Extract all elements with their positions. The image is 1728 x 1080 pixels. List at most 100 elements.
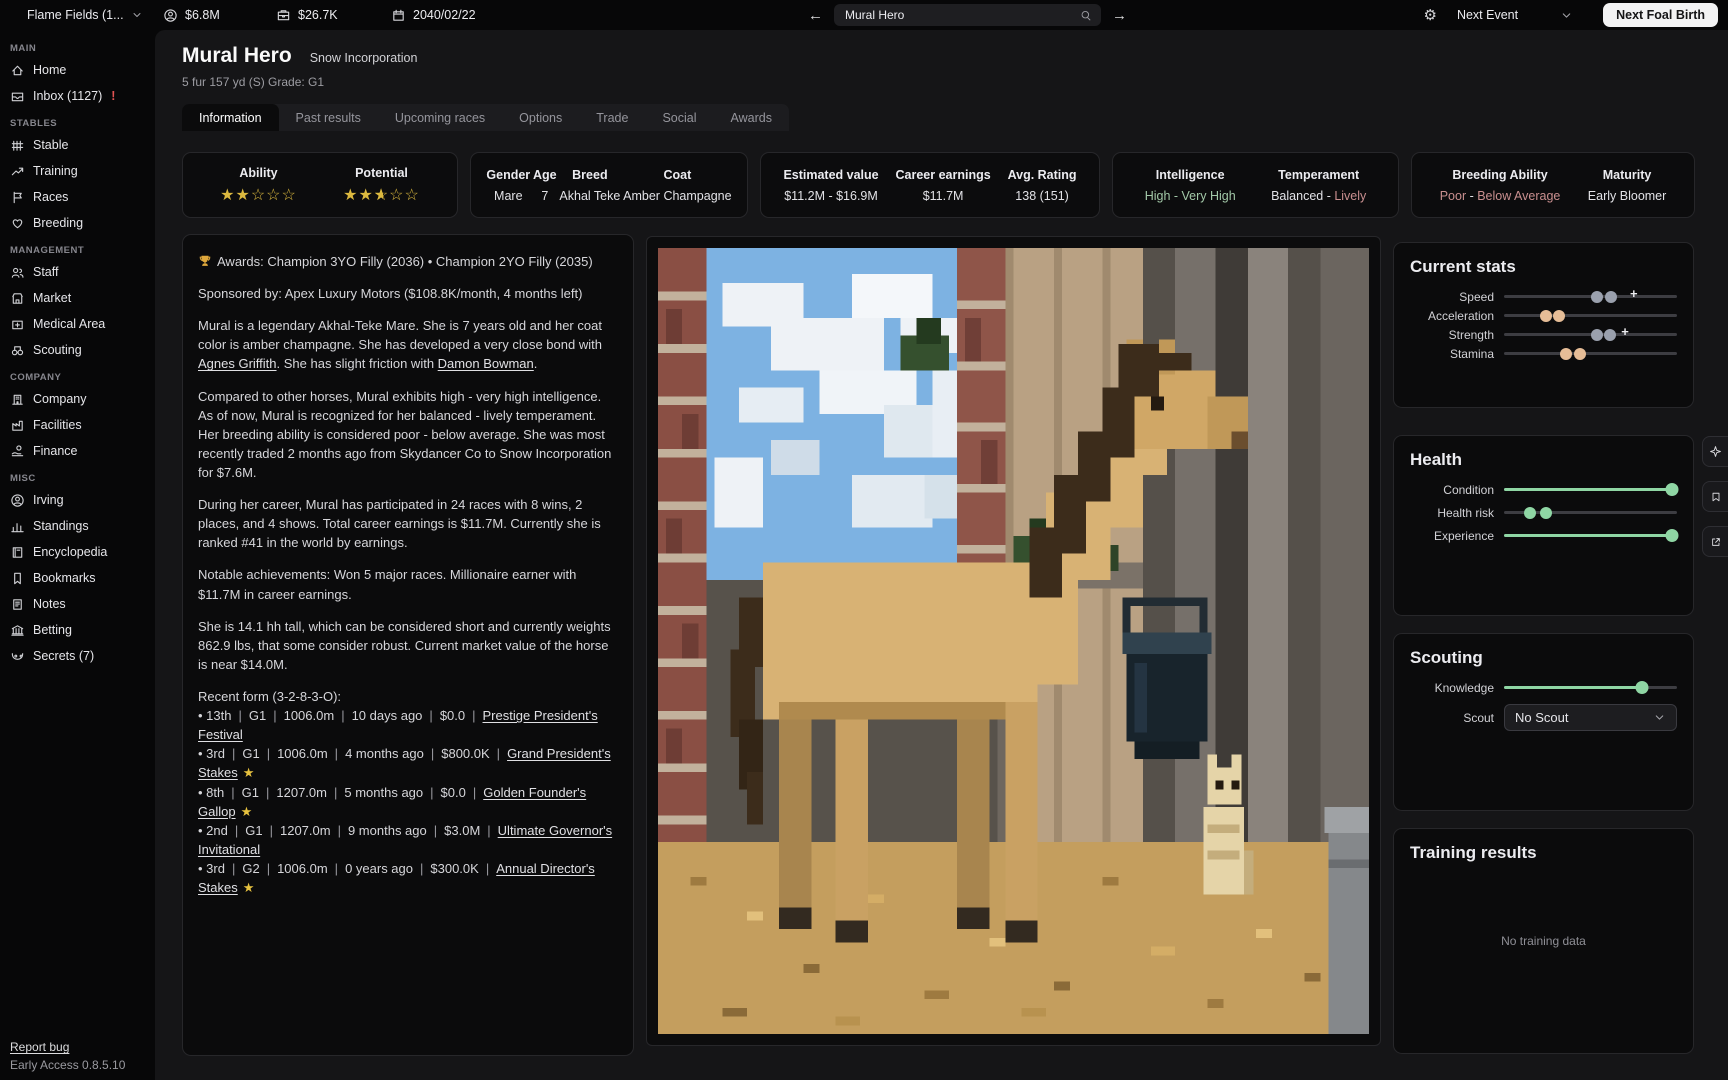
info-card: GenderMareAge7BreedAkhal TekeCoatAmber C… [470, 152, 748, 218]
sidebar-item-facilities[interactable]: Facilities [10, 412, 155, 438]
standings-icon [10, 519, 25, 534]
sidebar-item-label: Betting [33, 623, 72, 637]
info-field: IntelligenceHigh - Very High [1145, 168, 1236, 203]
external-button[interactable] [1702, 526, 1728, 557]
slider-knob [1665, 483, 1678, 496]
info-field-label: Age [533, 168, 557, 182]
sidebar-item-betting[interactable]: Betting [10, 617, 155, 643]
stat-row: Experience [1410, 529, 1677, 542]
next-event-chevron-icon[interactable] [1560, 9, 1573, 22]
sidebar-item-label: Facilities [33, 418, 82, 432]
person-link[interactable]: Agnes Griffith [198, 356, 277, 371]
sidebar-item-label: Secrets (7) [33, 649, 94, 663]
sidebar-item-training[interactable]: Training [10, 158, 155, 184]
sidebar-item-races[interactable]: Races [10, 184, 155, 210]
version-label: Early Access 0.8.5.10 [10, 1058, 125, 1072]
tab-social[interactable]: Social [645, 104, 713, 131]
stat-label: Condition [1410, 483, 1494, 497]
training-results-panel: Training results No training data [1393, 828, 1694, 1054]
sidebar-item-finance[interactable]: Finance [10, 438, 155, 464]
awards-line: Awards: Champion 3YO Filly (2036) • Cham… [198, 252, 618, 271]
gear-icon[interactable]: ⚙ [1422, 6, 1439, 24]
staff-icon [10, 265, 25, 280]
training-icon [10, 164, 25, 179]
race-link[interactable]: Grand President's Stakes [198, 746, 611, 780]
info-field-label: Estimated value [783, 168, 878, 182]
bookmark-icon [10, 571, 25, 586]
sidebar-item-scouting[interactable]: Scouting [10, 337, 155, 363]
stat-dot [1605, 291, 1617, 303]
sidebar-section-label: STABLES [10, 118, 155, 129]
health-title: Health [1410, 450, 1677, 470]
sidebar-item-label: Scouting [33, 343, 82, 357]
next-foal-birth-button[interactable]: Next Foal Birth [1603, 3, 1718, 27]
tab-information[interactable]: Information [182, 104, 279, 131]
tab-options[interactable]: Options [502, 104, 579, 131]
sidebar-item-market[interactable]: Market [10, 285, 155, 311]
sidebar-item-standings[interactable]: Standings [10, 513, 155, 539]
current-stats-title: Current stats [1410, 257, 1677, 277]
info-field: MaturityEarly Bloomer [1588, 168, 1667, 203]
plus-marker: + [1630, 286, 1638, 301]
training-results-title: Training results [1410, 843, 1677, 863]
sidebar-item-encyclopedia[interactable]: Encyclopedia [10, 539, 155, 565]
stat-dot [1524, 507, 1536, 519]
bio-card: Awards: Champion 3YO Filly (2036) • Cham… [182, 234, 634, 1056]
sidebar-item-medical-area[interactable]: Medical Area [10, 311, 155, 337]
sparkle-button[interactable] [1702, 436, 1728, 467]
stable-selector[interactable]: Flame Fields (1... [27, 0, 143, 30]
race-link[interactable]: Annual Director's Stakes [198, 861, 595, 895]
sidebar-item-label: Bookmarks [33, 571, 96, 585]
sidebar-item-inbox[interactable]: Inbox (1127)! [10, 83, 155, 109]
info-field: GenderMare [486, 168, 530, 203]
stat-slider [1504, 686, 1677, 689]
race-link[interactable]: Ultimate Governor's Invitational [198, 823, 612, 857]
person-link[interactable]: Damon Bowman [438, 356, 534, 371]
stat-dot [1553, 310, 1565, 322]
sidebar-item-breeding[interactable]: Breeding [10, 210, 155, 236]
scout-dropdown[interactable]: No Scout [1504, 704, 1677, 731]
stat-slider [1504, 314, 1677, 317]
info-field: Age7 [533, 168, 557, 203]
info-field: Career earnings$11.7M [896, 168, 991, 203]
inbox-icon [10, 89, 25, 104]
sidebar-item-label: Irving [33, 493, 64, 507]
stat-slider [1504, 352, 1677, 355]
secondary-balance: $26.7K [276, 0, 338, 30]
tab-awards[interactable]: Awards [714, 104, 789, 131]
sidebar-item-notes[interactable]: Notes [10, 591, 155, 617]
sidebar-item-stable[interactable]: Stable [10, 132, 155, 158]
scouting-title: Scouting [1410, 648, 1677, 668]
stat-slider [1504, 511, 1677, 514]
scout-label: Scout [1410, 711, 1494, 725]
info-field-label: Potential [355, 166, 408, 180]
banner-button[interactable] [1702, 481, 1728, 512]
heart-icon [10, 216, 25, 231]
sidebar-item-irving[interactable]: Irving [10, 487, 155, 513]
stat-label: Experience [1410, 529, 1494, 543]
search-bar[interactable] [834, 4, 1101, 26]
sidebar-item-company[interactable]: Company [10, 386, 155, 412]
sidebar-item-secrets[interactable]: Secrets (7) [10, 643, 155, 669]
finance-icon [10, 444, 25, 459]
stat-dot [1574, 348, 1586, 360]
recent-form-entry: • 2nd|G1|1207.0m|9 months ago|$3.0M|Ulti… [198, 821, 618, 859]
info-card: Breeding AbilityPoor - Below AverageMatu… [1411, 152, 1695, 218]
sidebar-item-staff[interactable]: Staff [10, 259, 155, 285]
mask-icon [10, 649, 25, 664]
stat-row: Stamina [1410, 347, 1677, 360]
sidebar-item-home[interactable]: Home [10, 57, 155, 83]
forward-arrow-button[interactable]: → [1108, 7, 1131, 24]
search-input[interactable] [843, 7, 1079, 23]
race-link[interactable]: Golden Founder's Gallop [198, 785, 586, 819]
stat-label: Speed [1410, 290, 1494, 304]
sidebar-item-bookmarks[interactable]: Bookmarks [10, 565, 155, 591]
alert-icon: ! [111, 89, 115, 103]
back-arrow-button[interactable]: ← [804, 7, 827, 24]
tab-trade[interactable]: Trade [579, 104, 645, 131]
race-link[interactable]: Prestige President's Festival [198, 708, 598, 742]
tab-upcoming-races[interactable]: Upcoming races [378, 104, 502, 131]
tab-past-results[interactable]: Past results [279, 104, 378, 131]
report-bug-link[interactable]: Report bug [10, 1040, 125, 1054]
next-event-button[interactable]: Next Event [1451, 7, 1524, 23]
